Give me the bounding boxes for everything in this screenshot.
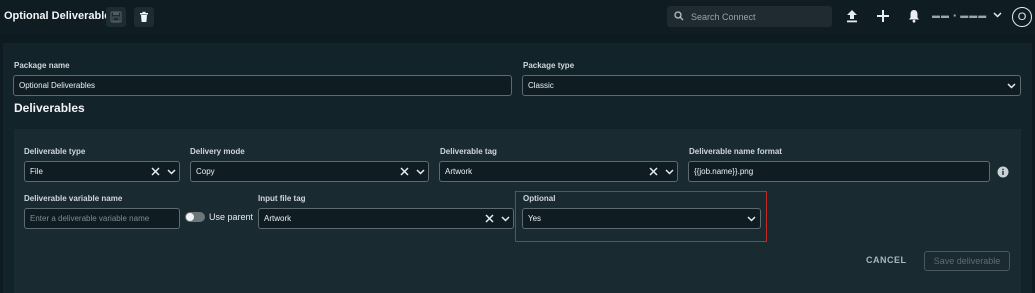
name-format-field[interactable]: {{job.name}}.png (688, 161, 990, 182)
optional-select[interactable]: Yes (522, 208, 761, 229)
delivery-mode-value: Copy (196, 167, 215, 176)
clear-icon[interactable] (485, 214, 494, 223)
package-type-label: Package type (523, 61, 575, 70)
user-name[interactable]: ▬▬ ▪ ▬▬▬ ▬ (932, 11, 990, 21)
name-format-label: Deliverable name format (689, 147, 782, 156)
deliverable-type-value: File (30, 167, 43, 176)
search-input[interactable] (691, 6, 829, 27)
input-file-tag-select[interactable]: Artwork (258, 208, 514, 229)
deliverable-tag-select[interactable]: Artwork (439, 161, 678, 182)
trash-icon (140, 11, 148, 22)
save-deliverable-button[interactable]: Save deliverable (924, 251, 1010, 271)
delete-button[interactable] (134, 7, 154, 27)
optional-label: Optional (523, 194, 556, 203)
deliverable-tag-label: Deliverable tag (440, 147, 497, 156)
save-package-button[interactable] (106, 7, 126, 27)
page-title: Optional Deliverables (4, 10, 117, 22)
input-file-tag-label: Input file tag (258, 194, 306, 203)
package-name-value: Optional Deliverables (19, 81, 96, 90)
add-icon[interactable] (876, 9, 890, 23)
search-icon (674, 11, 684, 21)
clear-icon[interactable] (400, 167, 409, 176)
bell-icon[interactable] (907, 9, 921, 23)
search-box[interactable] (667, 6, 832, 27)
chevron-down-icon[interactable] (993, 12, 1002, 18)
use-parent-label: Use parent (209, 212, 254, 222)
cancel-button[interactable]: CANCEL (866, 255, 907, 265)
use-parent-toggle[interactable] (185, 212, 205, 222)
upload-icon[interactable] (845, 9, 859, 23)
deliverable-tag-value: Artwork (445, 167, 473, 176)
deliverables-heading: Deliverables (14, 101, 85, 115)
package-name-field[interactable]: Optional Deliverables (13, 75, 512, 96)
chevron-down-icon (501, 216, 510, 222)
variable-name-label: Deliverable variable name (24, 194, 123, 203)
save-icon (110, 11, 122, 23)
deliverable-type-label: Deliverable type (24, 147, 86, 156)
optional-value: Yes (528, 214, 542, 223)
top-bar: Optional Deliverables ▬▬ ▪ ▬▬▬ ▬ (0, 0, 1035, 34)
chevron-down-icon (747, 216, 756, 222)
clear-icon[interactable] (649, 167, 658, 176)
package-type-value: Classic (528, 81, 554, 90)
name-format-value: {{job.name}}.png (694, 167, 754, 176)
toggle-knob (186, 213, 194, 221)
deliverable-type-select[interactable]: File (24, 161, 180, 182)
delivery-mode-label: Delivery mode (190, 147, 245, 156)
variable-name-field[interactable]: Enter a deliverable variable name (24, 208, 180, 229)
chevron-down-icon (665, 169, 674, 175)
chevron-down-icon (167, 169, 176, 175)
chevron-down-icon (1007, 83, 1016, 89)
delivery-mode-select[interactable]: Copy (190, 161, 429, 182)
chevron-down-icon (416, 169, 425, 175)
variable-name-placeholder: Enter a deliverable variable name (30, 214, 150, 223)
avatar[interactable]: O (1012, 7, 1032, 27)
input-file-tag-value: Artwork (264, 214, 292, 223)
clear-icon[interactable] (151, 167, 160, 176)
package-type-select[interactable]: Classic (522, 75, 1021, 96)
info-icon[interactable] (997, 166, 1009, 178)
package-name-label: Package name (14, 61, 70, 70)
